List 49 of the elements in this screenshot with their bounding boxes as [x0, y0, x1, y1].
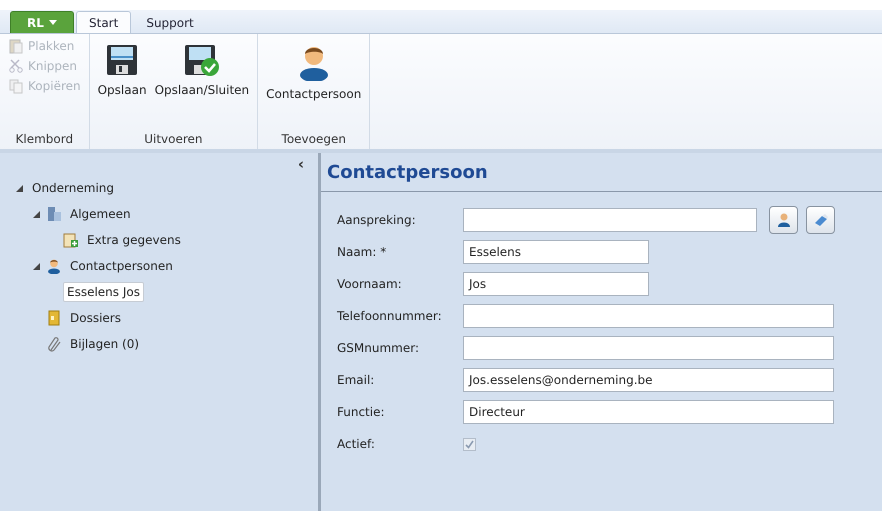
input-field[interactable]: [463, 304, 834, 328]
tree-item[interactable]: Dossiers: [67, 309, 124, 327]
expanded-arrow-icon[interactable]: [33, 262, 41, 270]
ribbon-button[interactable]: Contactpersoon: [264, 42, 364, 102]
field-label: Functie:: [337, 405, 386, 419]
field-label: Naam: *: [337, 245, 388, 259]
ribbon-tab[interactable]: Support: [133, 11, 207, 33]
person-icon: [46, 258, 62, 274]
clipboard-plus-icon: [63, 232, 79, 248]
binder-icon: [46, 310, 62, 326]
group-label: Uitvoeren: [143, 131, 204, 148]
tree-item[interactable]: Bijlagen (0): [67, 335, 142, 353]
eraser-icon: [812, 212, 828, 228]
tree-item[interactable]: Extra gegevens: [84, 231, 184, 249]
eraser-button[interactable]: [806, 206, 835, 234]
input-field[interactable]: Jos.esselens@onderneming.be: [463, 368, 834, 392]
field-label: Actief:: [337, 437, 376, 451]
scissors-icon: [8, 58, 24, 74]
caret-icon: [48, 20, 57, 25]
expanded-arrow-icon[interactable]: [16, 184, 24, 192]
tree-item[interactable]: Algemeen: [67, 205, 134, 223]
group-label: Toevoegen: [280, 131, 347, 148]
field-label: Email:: [337, 373, 376, 387]
collapse-button[interactable]: ‹: [298, 155, 304, 173]
person-icon: [776, 212, 792, 228]
ribbon-button[interactable]: Opslaan: [96, 42, 149, 98]
field-label: Voornaam:: [337, 277, 403, 291]
input-field[interactable]: [463, 208, 757, 232]
input-field[interactable]: [463, 336, 834, 360]
person-lookup-button[interactable]: [769, 206, 798, 234]
field-label: GSMnummer:: [337, 341, 420, 355]
input-field[interactable]: Directeur: [463, 400, 834, 424]
input-field[interactable]: Jos: [463, 272, 649, 296]
group-label: Klembord: [14, 131, 74, 148]
clipboard-icon: [8, 38, 24, 54]
paperclip-icon: [46, 336, 62, 352]
field-label: Aanspreking:: [337, 213, 417, 227]
copy-icon: [8, 78, 24, 94]
tree-item[interactable]: Contactpersonen: [67, 257, 176, 275]
panel-title: Contactpersoon: [321, 153, 882, 192]
building-icon: [46, 206, 62, 222]
ribbon-button[interactable]: Opslaan/Sluiten: [152, 42, 252, 98]
field-label: Telefoonnummer:: [337, 309, 443, 323]
floppy-disk-check-icon: [182, 43, 221, 77]
ribbon-tab[interactable]: Start: [76, 11, 132, 33]
input-field[interactable]: Esselens: [463, 240, 649, 264]
tree-item[interactable]: Esselens Jos: [63, 282, 144, 302]
expanded-arrow-icon[interactable]: [33, 210, 41, 218]
tree-item[interactable]: Onderneming: [29, 179, 118, 197]
